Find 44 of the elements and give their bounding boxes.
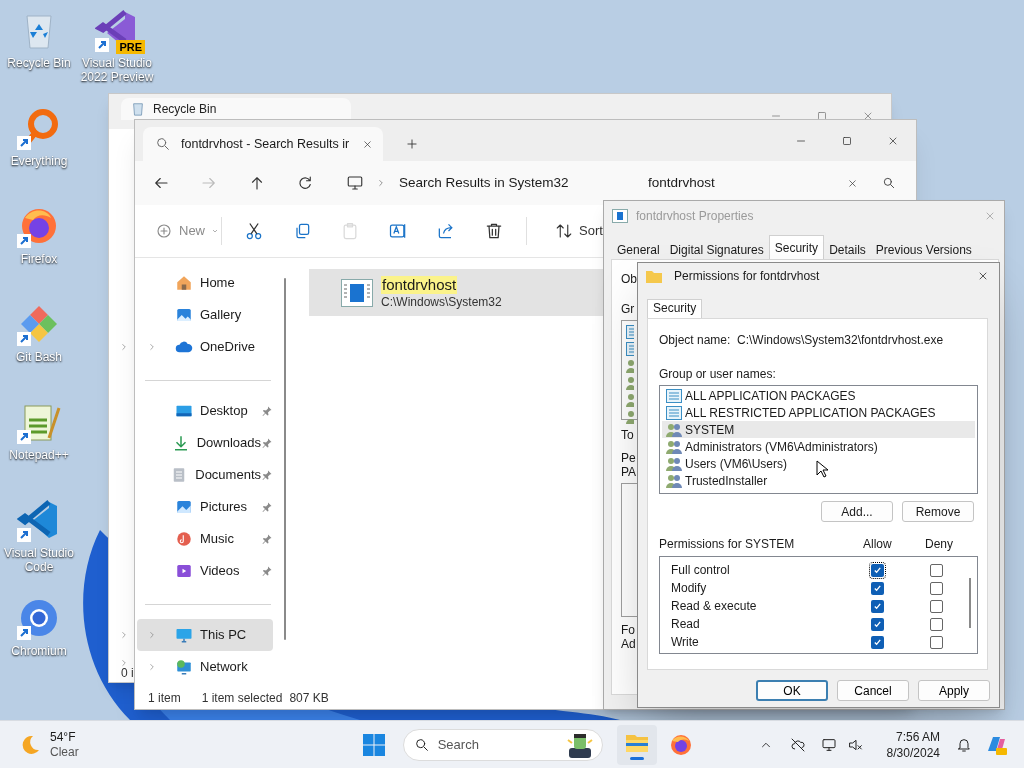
sidebar-item-label: This PC [200, 626, 247, 645]
column-header: Deny [925, 536, 953, 553]
tab-title: Recycle Bin [153, 101, 217, 118]
cut-label: Fo [621, 623, 635, 637]
permission-name: Full control [671, 562, 731, 579]
sidebar-item-label: Desktop [200, 402, 248, 421]
sidebar-item-label: Pictures [200, 498, 247, 517]
status-text: 807 KB [289, 690, 329, 707]
cut-label: Gr [621, 302, 635, 316]
permission-name: Read & execute [671, 598, 758, 615]
status-text: 1 item [148, 690, 181, 707]
cut-label: Pe [621, 451, 636, 465]
dialog-title: Permissions for fontdrvhost [674, 268, 820, 285]
clock-time: 7:56 AM [895, 728, 940, 745]
sidebar-item-label: Music [200, 530, 234, 549]
cut-label: PA [621, 465, 637, 479]
sidebar-item-label: OneDrive [200, 338, 255, 357]
status-text: 1 item selected [201, 690, 283, 707]
status-text: 0 i [121, 665, 134, 682]
clock-date: 8/30/2024 [886, 744, 940, 761]
cut-label: Ob [621, 272, 637, 286]
permission-name: Write [671, 634, 700, 651]
sidebar-item-label: Documents [195, 466, 261, 485]
permission-name: Modify [671, 580, 708, 597]
object-name: C:\Windows\System32\fontdrvhost.exe [737, 332, 944, 349]
file-name: fontdrvhost [381, 275, 458, 294]
cut-label: To [621, 428, 634, 442]
column-header: Allow [863, 536, 893, 553]
sidebar-item-label: Gallery [200, 306, 242, 325]
weather-condition: Clear [50, 744, 79, 760]
file-path: C:\Windows\System32 [381, 293, 502, 310]
tab-title: fontdrvhost - Search Results ir [181, 135, 350, 153]
sidebar-item-label: Videos [200, 562, 240, 581]
dialog-title: fontdrvhost Properties [636, 208, 754, 225]
preview-badge: PRE [116, 40, 145, 54]
field-label: Group or user names: [659, 366, 777, 383]
permission-name: Read [671, 616, 701, 633]
temperature: 54°F [50, 729, 77, 745]
sidebar-item-label: Home [200, 274, 235, 293]
sidebar-item-label: Downloads [196, 434, 261, 453]
cut-label: Ad [621, 637, 636, 651]
field-label: Object name: [659, 332, 732, 349]
sidebar-item-label: Network [200, 658, 248, 677]
field-label: Permissions for SYSTEM [659, 536, 796, 553]
